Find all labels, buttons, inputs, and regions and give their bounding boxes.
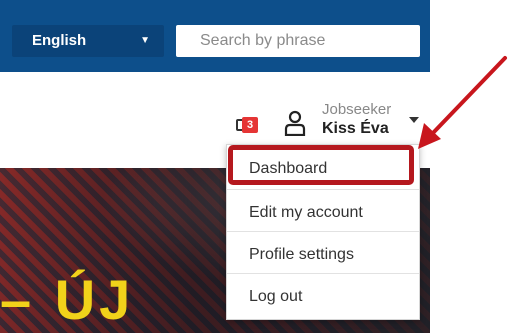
annotation-arrow xyxy=(418,56,507,149)
